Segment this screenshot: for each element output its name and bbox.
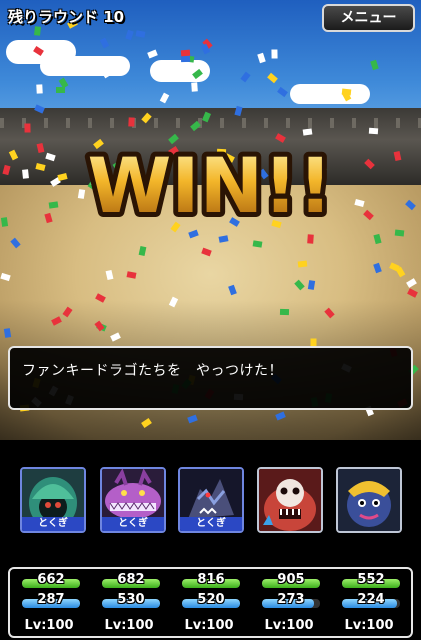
hp-value: 552 [357, 572, 385, 587]
hp-value: 682 [117, 572, 145, 587]
confetti-piece [307, 234, 314, 244]
hp-value: 905 [277, 572, 305, 587]
battle-message-text: ファンキードラゴたちを やっつけた！ [22, 363, 283, 379]
confetti-piece [252, 240, 263, 248]
confetti-piece [191, 82, 198, 92]
mp-value: 530 [117, 592, 145, 607]
party-member-portrait[interactable]: とくぎ [178, 467, 244, 533]
arena-railing [0, 118, 421, 128]
member-status: 552 224 Lv:100 [334, 572, 400, 636]
member-status: 816 520 Lv:100 [174, 572, 240, 636]
confetti-piece [22, 169, 29, 179]
confetti-piece [180, 55, 191, 63]
party-member-portrait[interactable] [336, 467, 402, 533]
level-label: Lv:100 [344, 618, 394, 633]
win-text: WIN!! [87, 141, 332, 230]
confetti-piece [128, 117, 135, 127]
mp-value: 273 [277, 592, 305, 607]
win-banner: WIN!! WIN!! [82, 140, 337, 230]
member-status: 662 287 Lv:100 [14, 572, 80, 636]
jester-monster-icon [338, 469, 400, 531]
member-status: 905 273 Lv:100 [254, 572, 320, 636]
remaining-rounds-label: 残りラウンド 10 [8, 8, 125, 26]
battle-message-box[interactable]: ファンキードラゴたちを やっつけた！ [8, 346, 413, 410]
member-status: 682 530 Lv:100 [94, 572, 160, 636]
confetti-piece [394, 229, 405, 237]
confetti-piece [3, 328, 12, 338]
party-portraits: とくぎ とくぎ とくぎ [0, 448, 421, 558]
confetti-piece [368, 127, 379, 135]
party-member-portrait[interactable]: とくぎ [20, 467, 86, 533]
confetti-piece [279, 308, 290, 316]
confetti-piece [36, 84, 43, 94]
party-member-portrait[interactable] [257, 467, 323, 533]
level-label: Lv:100 [24, 618, 74, 633]
confetti-piece [297, 260, 308, 268]
confetti-piece [34, 26, 41, 36]
menu-button[interactable]: メニュー [322, 4, 415, 32]
confetti-piece [180, 49, 191, 57]
level-label: Lv:100 [184, 618, 234, 633]
confetti-piece [0, 217, 9, 227]
hp-value: 662 [37, 572, 65, 587]
confetti-piece [302, 128, 313, 136]
skull-mask-monster-icon [259, 469, 321, 531]
mp-value: 224 [357, 592, 385, 607]
confetti-piece [135, 30, 146, 38]
mp-value: 287 [37, 592, 65, 607]
level-label: Lv:100 [104, 618, 154, 633]
party-status-panel: 662 287 Lv:100 682 530 Lv:100 816 520 Lv:100 905 2… [8, 567, 413, 638]
skill-tag: とくぎ [22, 517, 84, 531]
party-member-portrait[interactable]: とくぎ [100, 467, 166, 533]
skill-tag: とくぎ [102, 517, 164, 531]
cloud [40, 56, 130, 76]
skill-tag: とくぎ [180, 517, 242, 531]
cloud [290, 84, 370, 104]
mp-value: 520 [197, 592, 225, 607]
confetti-piece [24, 123, 31, 133]
confetti-piece [271, 49, 278, 59]
hp-value: 816 [197, 572, 225, 587]
level-label: Lv:100 [264, 618, 314, 633]
